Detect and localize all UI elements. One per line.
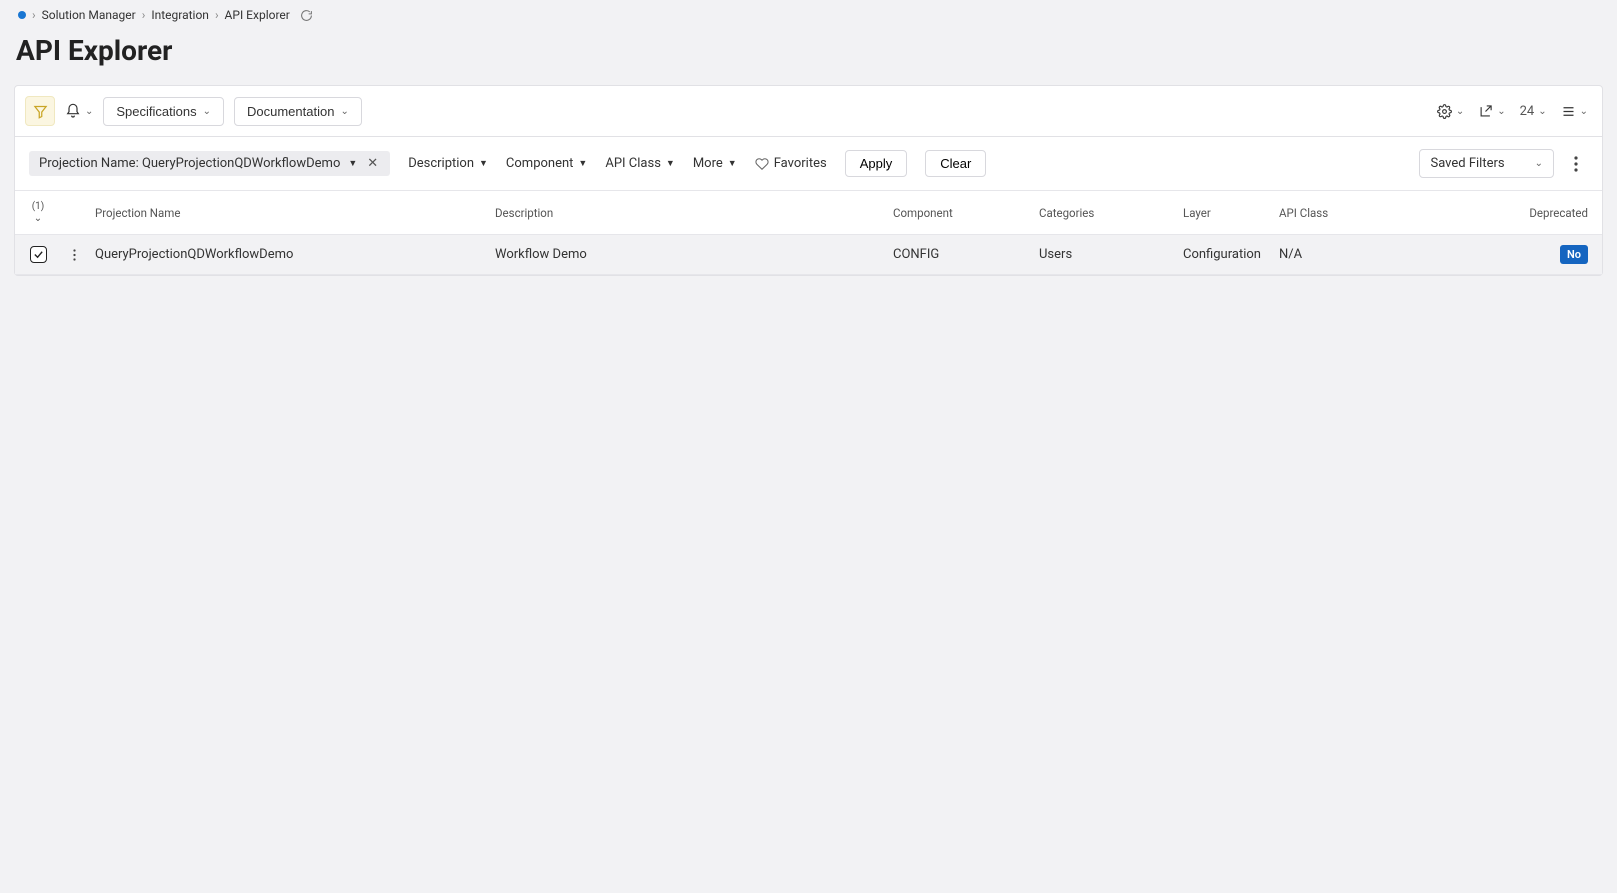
apply-button[interactable]: Apply — [845, 150, 908, 177]
saved-filters-label: Saved Filters — [1430, 156, 1504, 171]
chevron-down-icon: ⌄ — [1535, 158, 1543, 169]
filter-label: Description — [408, 156, 474, 171]
row-count-header[interactable]: (1) ⌄ — [15, 191, 61, 234]
notifications-button[interactable]: ⌄ — [65, 103, 93, 119]
chevron-down-icon: ⌄ — [340, 106, 348, 117]
filter-bar: Projection Name: QueryProjectionQDWorkfl… — [15, 137, 1602, 190]
filter-label: Component — [506, 156, 574, 171]
settings-dropdown[interactable]: ⌄ — [1437, 104, 1464, 119]
page-size-dropdown[interactable]: 24 ⌄ — [1520, 104, 1547, 119]
close-icon[interactable]: ✕ — [365, 156, 380, 171]
filter-chip-label: Projection Name: QueryProjectionQDWorkfl… — [39, 156, 340, 171]
more-actions-button[interactable] — [1564, 156, 1588, 172]
chevron-down-icon: ⌄ — [1580, 106, 1588, 117]
filter-label: More — [693, 156, 723, 171]
breadcrumb-item[interactable]: API Explorer — [225, 8, 290, 22]
chevron-right-icon: › — [32, 8, 36, 22]
col-header-name[interactable]: Projection Name — [87, 196, 487, 230]
checkbox-icon[interactable] — [30, 246, 47, 263]
breadcrumb-item[interactable]: Integration — [151, 8, 209, 22]
chevron-down-icon: ⌄ — [85, 106, 93, 117]
filter-more[interactable]: More ▼ — [693, 156, 737, 171]
chevron-right-icon: › — [142, 8, 146, 22]
chevron-right-icon: › — [215, 8, 219, 22]
documentation-label: Documentation — [247, 104, 334, 119]
col-header-description[interactable]: Description — [487, 196, 885, 230]
filter-label: Favorites — [774, 156, 827, 171]
table-row[interactable]: QueryProjectionQDWorkflowDemo Workflow D… — [15, 235, 1602, 275]
cell-deprecated: No — [1413, 235, 1602, 274]
cell-description: Workflow Demo — [487, 237, 885, 272]
caret-down-icon: ▼ — [666, 158, 675, 169]
export-dropdown[interactable]: ⌄ — [1478, 104, 1505, 119]
saved-filters-dropdown[interactable]: Saved Filters ⌄ — [1419, 149, 1554, 178]
refresh-icon[interactable] — [300, 9, 313, 22]
col-header-deprecated[interactable]: Deprecated — [1413, 196, 1602, 230]
chevron-down-icon: ⌄ — [34, 214, 42, 224]
filter-toggle-button[interactable] — [25, 96, 55, 126]
row-select[interactable] — [15, 236, 61, 273]
filter-component[interactable]: Component ▼ — [506, 156, 587, 171]
breadcrumb-item[interactable]: Solution Manager — [42, 8, 136, 22]
table-header-row: (1) ⌄ Projection Name Description Compon… — [15, 190, 1602, 235]
filter-favorites[interactable]: Favorites — [755, 156, 827, 171]
col-header-component[interactable]: Component — [885, 196, 1031, 230]
col-header-layer[interactable]: Layer — [1175, 196, 1271, 230]
caret-down-icon: ▼ — [728, 158, 737, 169]
cell-categories: Users — [1031, 237, 1175, 272]
filter-description[interactable]: Description ▼ — [408, 156, 488, 171]
toolbar: ⌄ Specifications ⌄ Documentation ⌄ ⌄ — [15, 86, 1602, 137]
breadcrumb: › Solution Manager › Integration › API E… — [14, 0, 1603, 28]
cell-component: CONFIG — [885, 237, 1031, 272]
cell-layer: Configuration — [1175, 237, 1271, 272]
caret-down-icon: ▼ — [479, 158, 488, 169]
chevron-down-icon: ⌄ — [1456, 106, 1464, 117]
row-menu-header — [61, 203, 87, 223]
chevron-down-icon: ⌄ — [1497, 106, 1505, 117]
heart-icon — [755, 157, 769, 171]
specifications-label: Specifications — [116, 104, 196, 119]
page-title: API Explorer — [14, 28, 1603, 85]
caret-down-icon: ▼ — [348, 158, 357, 169]
cell-name: QueryProjectionQDWorkflowDemo — [87, 237, 487, 272]
specifications-dropdown[interactable]: Specifications ⌄ — [103, 97, 224, 126]
chevron-down-icon: ⌄ — [203, 106, 211, 117]
caret-down-icon: ▼ — [578, 158, 587, 169]
row-menu-button[interactable] — [61, 238, 87, 272]
col-header-api-class[interactable]: API Class — [1271, 196, 1413, 230]
col-header-categories[interactable]: Categories — [1031, 196, 1175, 230]
results-table: (1) ⌄ Projection Name Description Compon… — [15, 190, 1602, 275]
filter-api-class[interactable]: API Class ▼ — [605, 156, 674, 171]
filter-label: API Class — [605, 156, 661, 171]
page-size-value: 24 — [1520, 104, 1535, 119]
clear-button[interactable]: Clear — [925, 150, 986, 177]
cell-api-class: N/A — [1271, 237, 1413, 272]
list-view-dropdown[interactable]: ⌄ — [1561, 104, 1588, 119]
deprecated-badge: No — [1560, 245, 1588, 264]
breadcrumb-dot-icon — [18, 11, 26, 19]
documentation-dropdown[interactable]: Documentation ⌄ — [234, 97, 362, 126]
filter-chip[interactable]: Projection Name: QueryProjectionQDWorkfl… — [29, 151, 390, 176]
row-count: (1) — [32, 201, 45, 212]
chevron-down-icon: ⌄ — [1538, 106, 1546, 117]
main-panel: ⌄ Specifications ⌄ Documentation ⌄ ⌄ — [14, 85, 1603, 276]
